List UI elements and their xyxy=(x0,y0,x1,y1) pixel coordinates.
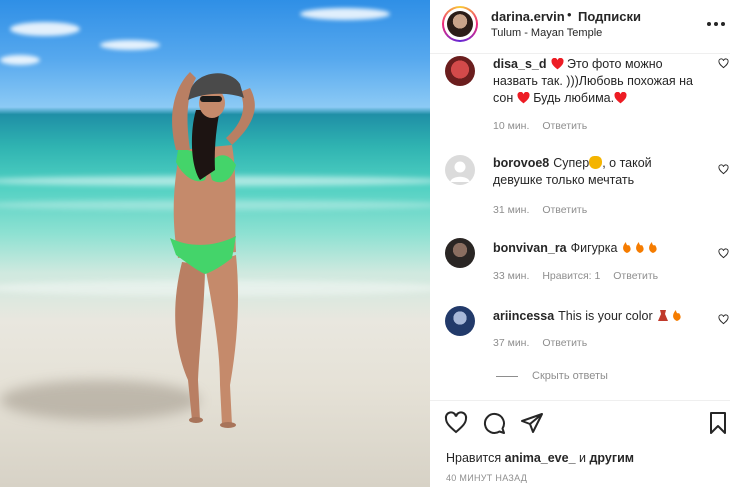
fire-emoji-icon xyxy=(621,240,661,259)
save-bookmark-icon[interactable] xyxy=(706,411,730,435)
comment-text: disa_s_d Это фото можно назвать так. )))… xyxy=(493,56,703,107)
like-comment-heart-icon[interactable] xyxy=(718,248,729,259)
comment-body: Фигурка xyxy=(570,241,618,255)
comment-username[interactable]: bonvivan_ra xyxy=(493,241,567,255)
post-photo[interactable] xyxy=(0,0,430,487)
reply-button[interactable]: Ответить xyxy=(613,270,658,282)
commenter-avatar[interactable] xyxy=(445,306,475,336)
red-heart-emoji-icon xyxy=(517,92,530,104)
likes-prefix: Нравится xyxy=(446,451,502,465)
comment-text: borovoe8 Супер, о такой девушке только ме… xyxy=(493,155,703,189)
likes-others-button[interactable]: другим xyxy=(590,451,635,465)
commenter-avatar[interactable] xyxy=(445,238,475,268)
more-horizontal-icon[interactable] xyxy=(706,14,726,34)
default-avatar-icon xyxy=(450,161,470,182)
commenter-avatar[interactable] xyxy=(445,155,475,185)
reply-button[interactable]: Ответить xyxy=(542,204,587,216)
like-comment-heart-icon[interactable] xyxy=(718,164,729,175)
comment-text: bonvivan_ra Фигурка xyxy=(493,240,703,259)
comment-time: 10 мин. xyxy=(493,120,530,132)
reply-button[interactable]: Ответить xyxy=(542,337,587,349)
clap-emoji-icon xyxy=(589,156,603,169)
comment-time: 37 мин. xyxy=(493,337,530,349)
comment-username[interactable]: disa_s_d xyxy=(493,57,547,71)
comment-time: 33 мин. xyxy=(493,270,530,282)
comment-body: This is your color xyxy=(558,309,653,323)
comment-meta: 31 мин. Ответить xyxy=(493,204,597,216)
like-comment-heart-icon[interactable] xyxy=(718,314,729,325)
post-header: darina.ervin • Подписки Tulum - Mayan Te… xyxy=(430,0,730,54)
like-comment-heart-icon[interactable] xyxy=(718,58,729,69)
likes-middle: и xyxy=(579,451,587,465)
red-heart-emoji-icon xyxy=(614,92,627,104)
comment-body: Супер xyxy=(553,156,590,170)
divider-line xyxy=(496,375,518,377)
comment-meta: 33 мин. Нравится: 1 Ответить xyxy=(493,270,668,282)
comment-text: ariincessa This is your color xyxy=(493,308,703,327)
comment-meta: 10 мин. Ответить xyxy=(493,120,597,132)
location-link[interactable]: Tulum - Mayan Temple xyxy=(491,27,602,39)
commenter-avatar[interactable] xyxy=(445,56,475,86)
woman-figure xyxy=(170,72,255,428)
dress-fire-emoji-icon xyxy=(656,308,684,327)
story-avatar[interactable] xyxy=(442,6,478,42)
likes-summary: Нравится anima_eve_ и другим xyxy=(446,451,634,465)
comment-likes-count[interactable]: Нравится: 1 xyxy=(542,270,600,282)
action-bar xyxy=(430,400,730,444)
hide-replies-button[interactable]: Скрыть ответы xyxy=(496,370,608,382)
like-heart-icon[interactable] xyxy=(444,411,468,435)
hide-replies-label: Скрыть ответы xyxy=(532,370,608,382)
post-timestamp[interactable]: 40 МИНУТ НАЗАД xyxy=(446,473,527,483)
comment-bubble-icon[interactable] xyxy=(482,411,506,435)
separator-dot: • xyxy=(567,7,572,22)
comment-body: Будь любима. xyxy=(533,91,615,105)
red-heart-emoji-icon xyxy=(551,58,563,70)
following-button[interactable]: Подписки xyxy=(578,9,641,24)
likes-username[interactable]: anima_eve_ xyxy=(505,451,576,465)
author-username[interactable]: darina.ervin xyxy=(491,9,565,24)
post-panel: darina.ervin • Подписки Tulum - Mayan Te… xyxy=(430,0,730,487)
comment-time: 31 мин. xyxy=(493,204,530,216)
share-paper-plane-icon[interactable] xyxy=(520,411,544,435)
comment-username[interactable]: ariincessa xyxy=(493,309,554,323)
comment-meta: 37 мин. Ответить xyxy=(493,337,597,349)
reply-button[interactable]: Ответить xyxy=(542,120,587,132)
comment-username[interactable]: borovoe8 xyxy=(493,156,549,170)
